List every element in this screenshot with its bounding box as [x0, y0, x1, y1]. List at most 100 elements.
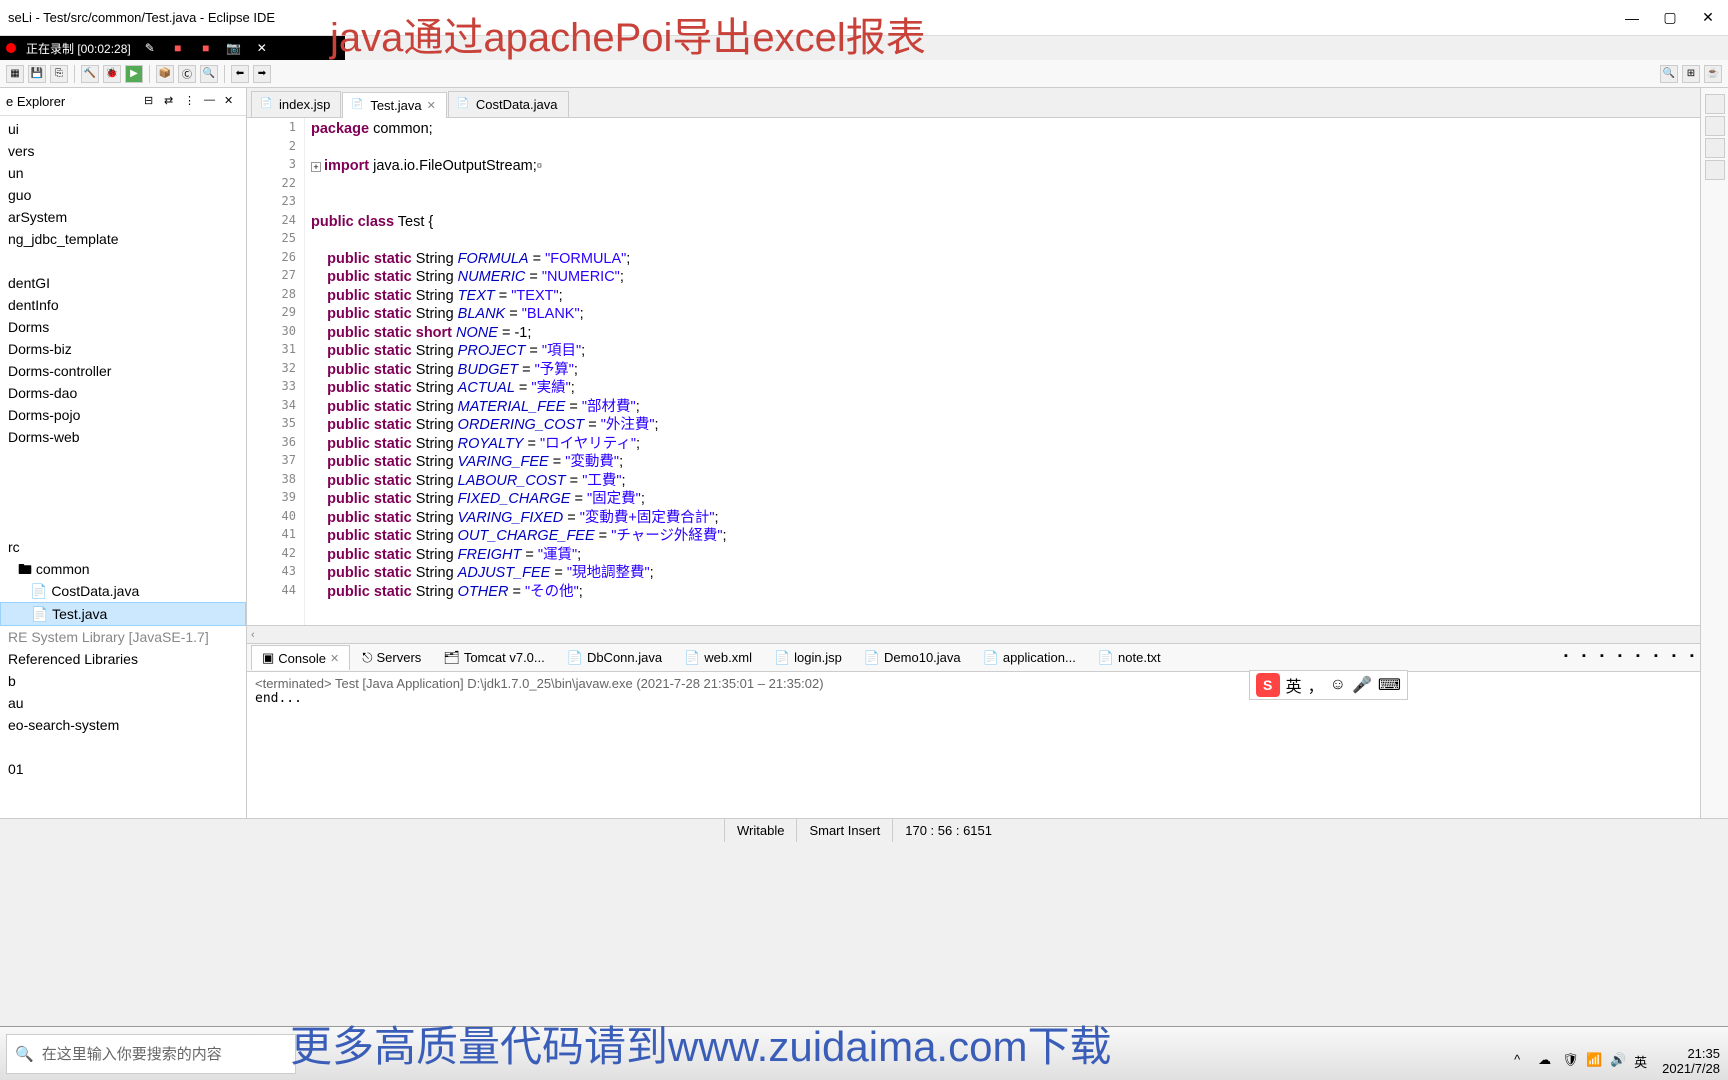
tree-item[interactable]: 📄 Test.java [0, 602, 246, 626]
code-line[interactable] [311, 139, 1728, 158]
task-list-icon[interactable] [1705, 116, 1725, 136]
editor-tab[interactable]: 📄Test.java✕ [342, 92, 447, 118]
rec-close-icon[interactable]: ✕ [253, 39, 271, 57]
rec-camera-icon[interactable]: 📷 [225, 39, 243, 57]
tree-item[interactable]: Dorms [0, 316, 246, 338]
collapse-all-icon[interactable]: ⊟ [144, 94, 160, 110]
tray-wifi-icon[interactable]: 📶 [1586, 1052, 1604, 1070]
code-line[interactable]: public static String ROYALTY = "ロイヤリティ"; [311, 435, 1728, 454]
tree-item[interactable]: Dorms-web [0, 426, 246, 448]
tray-cloud-icon[interactable]: ☁ [1538, 1052, 1556, 1070]
ime-comma-icon[interactable]: ， [1308, 673, 1324, 697]
tree-item[interactable]: b [0, 670, 246, 692]
terminate-icon[interactable]: ▪ [1564, 650, 1580, 666]
code-line[interactable]: public static short NONE = -1; [311, 324, 1728, 343]
open-icon[interactable]: ▪ [1672, 650, 1688, 666]
code-line[interactable]: public static String OTHER = "その他"; [311, 583, 1728, 602]
console-tab[interactable]: 📄DbConn.java [557, 646, 672, 670]
search-bar-icon[interactable]: 🔍 [1660, 65, 1678, 83]
code-line[interactable]: public static String VARING_FEE = "変動費"; [311, 453, 1728, 472]
tree-item[interactable]: Dorms-dao [0, 382, 246, 404]
horizontal-scrollbar[interactable]: ‹ › [247, 625, 1728, 643]
code-line[interactable]: public static String LABOUR_COST = "工費"; [311, 472, 1728, 491]
minimize-view-icon[interactable]: — [204, 94, 220, 110]
code-line[interactable]: public static String NUMERIC = "NUMERIC"… [311, 268, 1728, 287]
tree-item[interactable] [0, 736, 246, 758]
tree-item[interactable]: au [0, 692, 246, 714]
tab-close-icon[interactable]: ✕ [427, 99, 436, 112]
tree-item[interactable]: Dorms-biz [0, 338, 246, 360]
ime-lang-indicator[interactable]: 英 [1286, 673, 1302, 697]
tree-item[interactable]: vers [0, 140, 246, 162]
console-tab[interactable]: 📄application... [973, 646, 1086, 670]
project-tree[interactable]: uiversunguoarSystemng_jdbc_template dent… [0, 116, 246, 796]
code-line[interactable]: public static String ORDERING_COST = "外注… [311, 416, 1728, 435]
tree-item[interactable] [0, 470, 246, 492]
rec-pause-icon[interactable]: ■ [197, 39, 215, 57]
console-tab[interactable]: 📄Demo10.java [854, 646, 971, 670]
tree-item[interactable]: guo [0, 184, 246, 206]
tree-item[interactable]: arSystem [0, 206, 246, 228]
maximize-button[interactable]: ▢ [1658, 6, 1682, 30]
search-icon[interactable]: 🔍 [200, 65, 218, 83]
tree-item[interactable]: dentGI [0, 272, 246, 294]
tree-item[interactable] [0, 514, 246, 536]
close-view-icon[interactable]: ✕ [224, 94, 240, 110]
console-tab[interactable]: ⎋Servers [352, 646, 431, 670]
run-icon[interactable]: ▶ [125, 65, 143, 83]
build-icon[interactable]: 🔨 [81, 65, 99, 83]
console-tab[interactable]: 🗂Tomcat v7.0... [433, 646, 554, 670]
code-content[interactable]: package common; +import java.io.FileOutp… [305, 118, 1728, 625]
save-all-icon[interactable]: ⎘ [50, 65, 68, 83]
scroll-left-icon[interactable]: ‹ [251, 629, 255, 641]
code-line[interactable]: public class Test { [311, 213, 1728, 232]
console-tab[interactable]: ▣Console ✕ [251, 645, 350, 670]
package-icon[interactable]: 📦 [156, 65, 174, 83]
editor-tab[interactable]: 📄CostData.java [448, 91, 569, 117]
remove-icon[interactable]: ▪ [1582, 650, 1598, 666]
code-editor[interactable]: 1232223242526272829303132333435363738394… [247, 118, 1728, 625]
taskbar-search[interactable]: 🔍 在这里输入你要搜索的内容 [6, 1034, 296, 1074]
save-icon[interactable]: 💾 [28, 65, 46, 83]
code-line[interactable] [311, 176, 1728, 195]
tree-item[interactable]: 📄 CostData.java [0, 580, 246, 602]
tree-item[interactable]: Dorms-pojo [0, 404, 246, 426]
close-button[interactable]: ✕ [1696, 6, 1720, 30]
code-line[interactable]: public static String FORMULA = "FORMULA"… [311, 250, 1728, 269]
code-line[interactable]: public static String BUDGET = "予算"; [311, 361, 1728, 380]
java-perspective-icon[interactable]: ☕ [1704, 65, 1722, 83]
tree-item[interactable]: dentInfo [0, 294, 246, 316]
view-menu-icon[interactable]: ⋮ [184, 94, 200, 110]
code-line[interactable]: public static String FREIGHT = "運賃"; [311, 546, 1728, 565]
tree-item[interactable]: Dorms-controller [0, 360, 246, 382]
console-tab[interactable]: 📄login.jsp [764, 646, 852, 670]
scroll-lock-icon[interactable]: ▪ [1618, 650, 1634, 666]
code-line[interactable]: public static String VARING_FIXED = "変動費… [311, 509, 1728, 528]
tree-item[interactable]: RE System Library [JavaSE-1.7] [0, 626, 246, 648]
tree-item[interactable]: rc [0, 536, 246, 558]
tree-item[interactable] [0, 250, 246, 272]
pin-icon[interactable]: ▪ [1636, 650, 1652, 666]
rec-stop-icon[interactable]: ■ [169, 39, 187, 57]
code-line[interactable]: +import java.io.FileOutputStream;▫ [311, 157, 1728, 176]
code-line[interactable]: public static String MATERIAL_FEE = "部材費… [311, 398, 1728, 417]
clear-icon[interactable]: ▪ [1600, 650, 1616, 666]
console-tab[interactable]: 📄note.txt [1088, 646, 1171, 670]
debug-icon[interactable]: 🐞 [103, 65, 121, 83]
new-icon[interactable]: ▦ [6, 65, 24, 83]
code-line[interactable]: public static String ACTUAL = "実績"; [311, 379, 1728, 398]
outline-icon[interactable] [1705, 94, 1725, 114]
ime-floating-bar[interactable]: S 英 ， ☺ 🎤 ⌨ [1249, 670, 1408, 700]
tab-close-icon[interactable]: ✕ [330, 652, 339, 665]
ime-keyboard-icon[interactable]: ⌨ [1378, 675, 1401, 695]
code-line[interactable]: package common; [311, 120, 1728, 139]
tray-up-icon[interactable]: ^ [1514, 1052, 1532, 1070]
class-icon[interactable]: Ⓒ [178, 65, 196, 83]
rec-edit-icon[interactable]: ✎ [141, 39, 159, 57]
ime-emoji-icon[interactable]: ☺ [1330, 676, 1346, 694]
back-icon[interactable]: ⬅ [231, 65, 249, 83]
forward-icon[interactable]: ➡ [253, 65, 271, 83]
tree-item[interactable] [0, 492, 246, 514]
perspective-icon[interactable]: ⊞ [1682, 65, 1700, 83]
link-editor-icon[interactable]: ⇄ [164, 94, 180, 110]
